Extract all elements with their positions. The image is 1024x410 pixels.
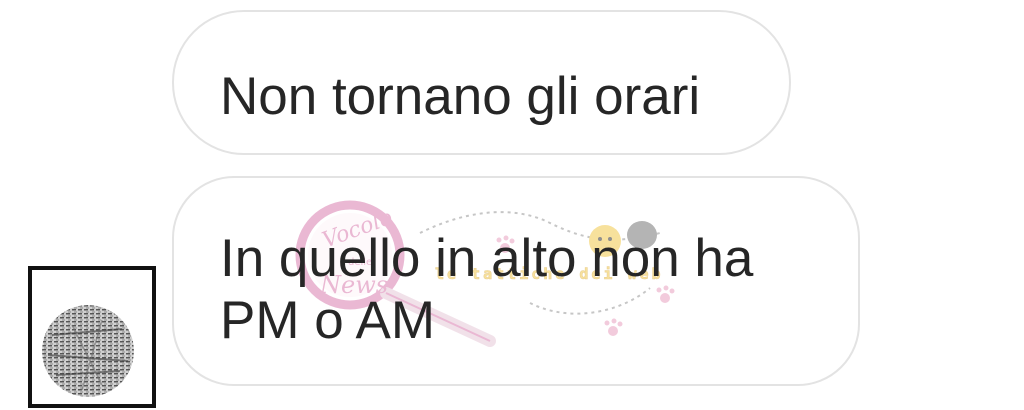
message-text: In quello in alto non ha PM o AM: [220, 228, 858, 352]
message-bubble[interactable]: Non tornano gli orari: [172, 10, 791, 155]
message-line: PM o AM: [220, 291, 436, 350]
message-text: Non tornano gli orari: [220, 67, 701, 126]
avatar-highlight-box: [28, 266, 156, 408]
avatar[interactable]: [42, 305, 134, 397]
message-line: In quello in alto non ha: [220, 229, 754, 288]
message-bubble[interactable]: In quello in alto non ha PM o AM: [172, 176, 860, 386]
